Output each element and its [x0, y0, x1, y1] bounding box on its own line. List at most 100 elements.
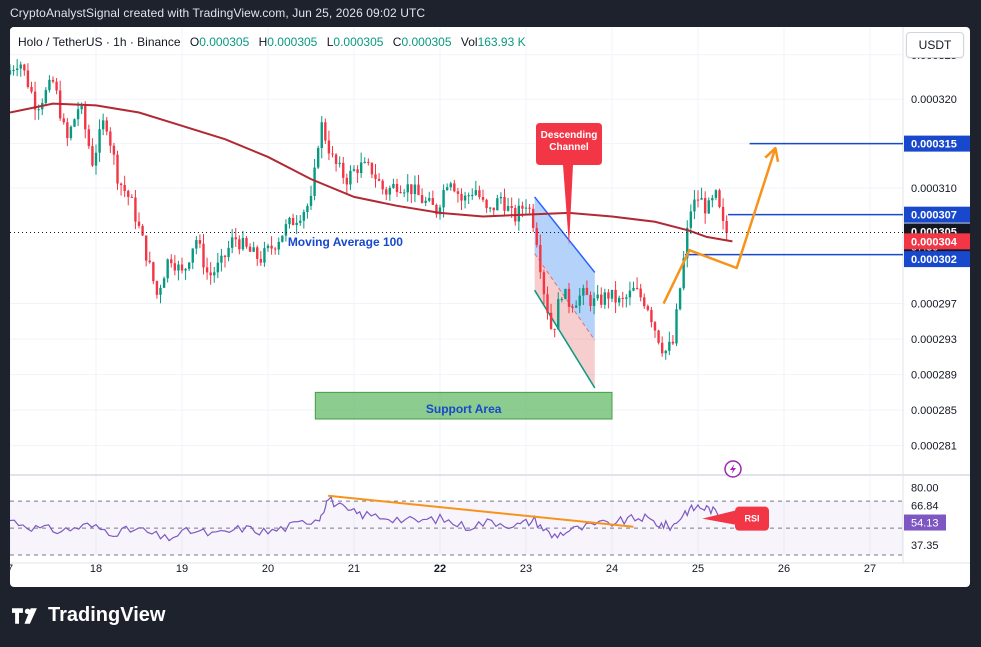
callout-text-line2: Channel [549, 142, 589, 153]
candle-body [299, 220, 302, 223]
candle-body [675, 309, 678, 344]
candle-body [26, 70, 30, 87]
candle-body [234, 237, 237, 240]
candle-body [359, 162, 363, 174]
time-axis-tick: 23 [520, 563, 532, 575]
candle-body [98, 129, 101, 153]
rsi-callout-text: RSI [744, 514, 759, 524]
candle-body [12, 70, 15, 72]
candle-body [463, 195, 467, 201]
candle-body [625, 297, 628, 299]
candle-body [571, 306, 574, 308]
price-label-text: 0.000307 [911, 210, 957, 222]
candle-body [456, 191, 460, 194]
candle-body [356, 169, 359, 174]
candle-body [259, 258, 263, 263]
candle-body [15, 68, 19, 71]
candle-body [678, 288, 682, 310]
candle-body [700, 198, 703, 200]
candle-body [109, 131, 112, 146]
candle-body [417, 184, 420, 196]
candle-body [10, 70, 12, 75]
time-axis-tick: 21 [348, 563, 360, 575]
candle-body [560, 299, 564, 301]
candle-body [266, 245, 270, 249]
candle-body [148, 260, 151, 263]
candle-body [657, 330, 660, 343]
candle-body [69, 126, 73, 139]
symbol-title[interactable]: Holo / TetherUS · 1h · Binance [18, 35, 181, 49]
close-value: 0.000305 [401, 35, 452, 49]
candle-body [91, 146, 94, 166]
rsi-axis-tick: 80.00 [911, 483, 939, 495]
candle-body [388, 187, 392, 195]
candle-body [557, 299, 560, 330]
candle-body [660, 342, 664, 354]
price-label-text: 0.000304 [911, 236, 958, 248]
currency-button[interactable]: USDT [906, 32, 964, 58]
candle-body [277, 241, 280, 250]
candle-body [62, 118, 65, 123]
candle-body [718, 190, 721, 207]
candle-body [127, 190, 130, 197]
candle-body [614, 289, 617, 303]
candle-body [144, 235, 148, 261]
candle-body [76, 109, 80, 120]
candle-body [664, 350, 667, 354]
candle-body [596, 294, 599, 299]
candle-body [155, 281, 159, 295]
candle-body [367, 161, 370, 163]
candle-body [116, 154, 119, 184]
candle-body [252, 247, 255, 252]
time-axis-tick: 27 [864, 563, 876, 575]
candle-body [134, 197, 137, 222]
candle-body [338, 162, 341, 164]
candle-body [202, 243, 205, 268]
candle-body [209, 272, 212, 276]
candle-body [19, 64, 22, 69]
candle-body [205, 267, 209, 273]
time-axis-tick: 25 [692, 563, 704, 575]
price-axis-tick: 0.000310 [911, 183, 957, 195]
symbol-legend: Holo / TetherUS · 1h · Binance O0.000305… [18, 35, 526, 49]
tradingview-brand[interactable]: TradingView [12, 604, 165, 627]
candle-body [420, 195, 424, 203]
candle-body [30, 86, 33, 92]
candle-body [159, 287, 162, 295]
rsi-axis-tick: 37.35 [911, 540, 939, 552]
candle-body [524, 207, 528, 209]
candle-body [309, 195, 313, 206]
candle-body [37, 109, 40, 111]
candle-body [643, 297, 646, 307]
candle-body [574, 305, 578, 308]
candle-body [607, 292, 610, 299]
candle-body [449, 183, 452, 188]
chart-caption: CryptoAnalystSignal created with Trading… [10, 6, 426, 20]
candle-body [195, 240, 198, 249]
price-axis-tick: 0.000285 [911, 405, 957, 417]
price-label-text: 0.000315 [911, 139, 957, 151]
candle-body [302, 211, 306, 221]
price-chart[interactable]: Support Area Moving Average 100 Descending… [10, 27, 970, 587]
candle-body [198, 240, 202, 244]
candle-body [130, 196, 134, 198]
time-axis-tick: 7 [10, 563, 13, 575]
candle-body [191, 248, 194, 263]
rsi-axis-tick: 66.84 [911, 500, 939, 512]
time-axis-tick: 20 [262, 563, 274, 575]
candle-body [84, 105, 87, 130]
high-label: H [258, 35, 268, 49]
candle-body [295, 222, 298, 226]
candle-body [471, 194, 474, 196]
time-axis-tick: 19 [176, 563, 188, 575]
candle-body [230, 237, 234, 248]
candle-body [499, 196, 503, 199]
candle-body [517, 205, 521, 222]
chart-frame: Support Area Moving Average 100 Descending… [10, 27, 970, 587]
time-axis-tick: 22 [434, 563, 446, 575]
candle-body [503, 196, 506, 211]
candle-body [413, 184, 417, 195]
candle-body [173, 263, 177, 271]
candle-body [23, 64, 26, 71]
candle-body [270, 245, 273, 249]
